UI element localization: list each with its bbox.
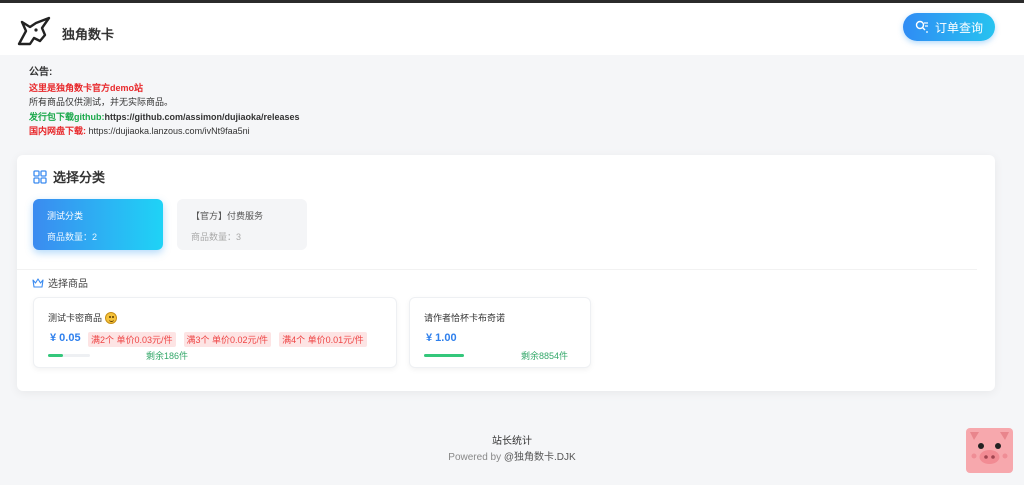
divider <box>17 269 977 270</box>
site-statistics-link[interactable]: 站长统计 <box>0 432 1024 447</box>
stock-bar <box>424 354 464 357</box>
netdisk-download-link[interactable]: https://dujiaoka.lanzous.com/ivNt9faa5ni <box>86 126 250 136</box>
wholesale-tag: 满4个 单价0.01元/件 <box>279 332 367 347</box>
category-card-test[interactable]: 测试分类 商品数量：2 <box>33 199 163 250</box>
pig-mascot-icon[interactable] <box>966 428 1013 473</box>
powered-by: Powered by @独角数卡.DJK <box>0 448 1024 463</box>
product-title: 选择商品 <box>48 279 88 290</box>
wholesale-tags: 满2个 单价0.03元/件 满3个 单价0.02元/件 满4个 单价0.01元/… <box>88 332 367 347</box>
wholesale-tag: 满3个 单价0.02元/件 <box>183 332 272 347</box>
netdisk-download-label: 国内网盘下载: <box>29 126 86 136</box>
product-name: 请作者恰杯卡布奇诺 <box>424 311 505 324</box>
search-list-icon <box>915 20 928 33</box>
category-count: 商品数量：2 <box>47 232 98 242</box>
product-name-text: 请作者恰杯卡布奇诺 <box>424 313 506 323</box>
site-name[interactable]: 独角数卡 <box>62 24 114 43</box>
order-query-label: 订单查询 <box>934 20 983 35</box>
announcement-title: 公告: <box>29 67 53 78</box>
stock-bar <box>48 354 90 357</box>
product-name: 测试卡密商品 <box>48 311 118 324</box>
unicorn-logo-icon[interactable] <box>16 14 52 50</box>
grid-category-icon <box>33 169 47 184</box>
category-name: 测试分类 <box>47 211 84 221</box>
header: 独角数卡 订单查询 <box>0 3 1024 55</box>
powered-prefix: Powered by <box>448 452 504 463</box>
github-download-link[interactable]: https://github.com/assimon/dujiaoka/rele… <box>105 112 300 122</box>
product-price: ¥ 0.05 <box>50 332 81 344</box>
product-card-coffee[interactable]: 请作者恰杯卡布奇诺 ¥ 1.00 剩余8854件 <box>409 297 591 368</box>
stock-bar-fill <box>48 354 63 357</box>
powered-brand-link[interactable]: @独角数卡.DJK <box>504 452 576 463</box>
product-price: ¥ 1.00 <box>426 332 457 344</box>
announcement-line-test: 所有商品仅供测试，并无实际商品。 <box>29 97 174 107</box>
product-name-text: 测试卡密商品 <box>48 313 103 323</box>
github-download-label: 发行包下载github: <box>29 111 105 122</box>
announcement: 公告: 这里是独角数卡官方demo站 所有商品仅供测试，并无实际商品。 发行包下… <box>29 66 300 139</box>
stock-remaining: 剩余8854件 <box>521 351 569 361</box>
announcement-line-demo: 这里是独角数卡官方demo站 <box>29 82 144 93</box>
category-count: 商品数量：3 <box>191 232 242 242</box>
stock-bar-fill <box>424 354 464 357</box>
stock-remaining: 剩余186件 <box>146 351 189 361</box>
wholesale-tag: 满2个 单价0.03元/件 <box>88 332 176 347</box>
order-query-button[interactable]: 订单查询 <box>903 13 995 41</box>
category-card-official[interactable]: 【官方】付费服务 商品数量：3 <box>177 199 307 250</box>
smiley-emoji-icon <box>105 311 118 324</box>
category-title: 选择分类 <box>53 170 106 185</box>
category-name: 【官方】付费服务 <box>191 211 264 221</box>
shop-panel: 选择分类 测试分类 商品数量：2 【官方】付费服务 商品数量：3 选择商品 测试… <box>17 155 995 391</box>
product-header: 选择商品 <box>32 275 88 290</box>
product-card-test-card[interactable]: 测试卡密商品 ¥ 0.05 满2个 单价0.03元/件 满3个 单价0.02元/… <box>33 297 397 368</box>
category-header: 选择分类 <box>33 167 105 186</box>
crown-icon <box>32 277 44 288</box>
